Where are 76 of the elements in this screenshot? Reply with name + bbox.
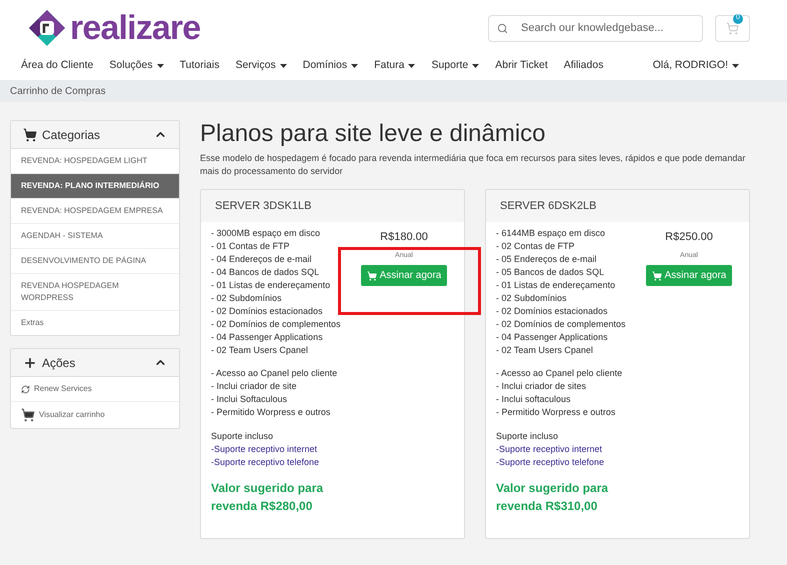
plan-name: SERVER 3DSK1LB bbox=[215, 198, 312, 214]
plan-name: SERVER 6DSK2LB bbox=[500, 198, 596, 214]
feature-text: - 02 Domínios de complementos bbox=[496, 318, 627, 331]
feature-text: - Permitido Worpress e outros bbox=[496, 406, 616, 419]
feature-text: - Inclui criador de sites bbox=[496, 380, 588, 393]
feature-text: - Inclui criador de site bbox=[211, 380, 298, 393]
feature-text: - 02 Team Users Cpanel bbox=[496, 344, 594, 357]
feature-text: - 04 Passenger Applications bbox=[496, 331, 609, 344]
feature-text: - 04 Endereços de e-mail bbox=[211, 253, 313, 266]
cart-icon bbox=[21, 408, 35, 422]
feature-text: - 02 Contas de FTP bbox=[496, 240, 576, 253]
feature-text: - 02 Team Users Cpanel bbox=[211, 344, 309, 357]
refresh-icon bbox=[21, 384, 30, 394]
sidebar-item[interactable]: AGENDAH - SISTEMA bbox=[11, 224, 179, 249]
panel-title: Categorias bbox=[42, 126, 100, 144]
logo-text: realizare bbox=[70, 11, 200, 45]
search-icon bbox=[497, 22, 508, 34]
nav-link[interactable]: Fatura bbox=[374, 58, 416, 74]
feature-text: - 04 Bancos de dados SQL bbox=[211, 266, 320, 279]
feature-text: - Inclui softaculous bbox=[496, 393, 572, 406]
panel-header[interactable]: Ações bbox=[11, 349, 179, 377]
support-title: Suporte incluso bbox=[496, 430, 560, 443]
cart-icon bbox=[366, 270, 377, 280]
feature-text: - 05 Bancos de dados SQL bbox=[496, 266, 606, 279]
plan-price: R$250.00 bbox=[665, 230, 713, 244]
feature-text: - 6144MB espaço em disco bbox=[496, 227, 606, 240]
support-text: -Suporte receptivo telefone bbox=[211, 456, 320, 469]
suggested-price: Valor sugerido para revenda R$280,00 bbox=[211, 480, 324, 515]
nav-link[interactable]: Área do Cliente bbox=[21, 58, 94, 74]
logo-icon bbox=[28, 9, 66, 47]
support-text: -Suporte receptivo telefone bbox=[496, 456, 606, 469]
feature-text: - Permitido Worpress e outros bbox=[211, 406, 332, 419]
sidebar-item[interactable]: Extras bbox=[11, 311, 179, 335]
feature-text: - 01 Listas de endereçamento bbox=[496, 279, 616, 292]
sidebar-item[interactable]: Renew Services bbox=[11, 377, 179, 402]
feature-text: - 02 Domínios estacionados bbox=[496, 305, 609, 318]
plus-icon bbox=[23, 356, 37, 370]
panel-title: Ações bbox=[42, 354, 76, 372]
feature-text: - 05 Endereços de e-mail bbox=[496, 253, 598, 266]
nav-link[interactable]: Tutoriais bbox=[180, 58, 220, 74]
feature-text: - 01 Contas de FTP bbox=[211, 240, 291, 253]
panel-header[interactable]: Categorias bbox=[11, 121, 179, 149]
feature-text: - 02 Domínios estacionados bbox=[211, 305, 324, 318]
cart-icon bbox=[652, 270, 662, 280]
sidebar-item[interactable]: REVENDA HOSPEDAGEM WORDPRESS bbox=[11, 274, 179, 311]
nav-link[interactable]: Serviços bbox=[235, 58, 287, 74]
feature-text: - 01 Listas de endereçamento bbox=[211, 279, 332, 292]
suggested-price: Valor sugerido para revenda R$310,00 bbox=[496, 480, 610, 515]
support-title: Suporte incluso bbox=[211, 430, 274, 443]
feature-text: - 3000MB espaço em disco bbox=[211, 227, 322, 240]
feature-text: - 02 Domínios de complementos bbox=[211, 318, 342, 331]
nav-link[interactable]: Domínios bbox=[302, 58, 358, 74]
page-description: Esse modelo de hospedagem é focado para revenda intermediária que foca em recursos para sites leves, rápidos e que pode demandar mais do processamento do servidor bbox=[200, 152, 746, 178]
support-text: -Suporte receptivo internet bbox=[211, 443, 318, 456]
sidebar-item[interactable]: REVENDA: PLANO INTERMEDIÁRIO bbox=[11, 174, 179, 199]
cart-icon bbox=[726, 22, 739, 34]
sidebar-item[interactable]: Visualizar carrinho bbox=[11, 402, 179, 428]
user-menu[interactable]: Olá, RODRIGO! bbox=[652, 58, 739, 74]
support-text: -Suporte receptivo internet bbox=[496, 443, 604, 456]
sidebar-item[interactable]: REVENDA: HOSPEDAGEM EMPRESA bbox=[11, 199, 179, 224]
feature-text: - Acesso ao Cpanel pelo cliente bbox=[211, 367, 338, 380]
nav-link[interactable]: Afiliados bbox=[564, 58, 604, 74]
nav-link[interactable]: Abrir Ticket bbox=[495, 58, 548, 74]
sidebar-item[interactable]: DESENVOLVIMENTO DE PÁGINA bbox=[11, 249, 179, 274]
search-field[interactable]: Search our knowledgebase... bbox=[488, 14, 703, 42]
feature-text: - 02 Subdomínios bbox=[211, 292, 283, 305]
cart-icon bbox=[23, 128, 37, 142]
feature-text: - Inclui Softaculous bbox=[211, 393, 288, 406]
feature-text: - 04 Passenger Applications bbox=[211, 331, 324, 344]
plan-price: R$180.00 bbox=[380, 230, 428, 244]
feature-text: - Acesso ao Cpanel pelo cliente bbox=[496, 367, 624, 380]
nav-link[interactable]: Soluções bbox=[109, 58, 164, 74]
page-title: Planos para site leve e dinâmico bbox=[200, 119, 547, 149]
feature-text: - 02 Subdomínios bbox=[496, 292, 568, 305]
nav-link[interactable]: Suporte bbox=[431, 58, 480, 74]
breadcrumb[interactable]: Carrinho de Compras bbox=[10, 84, 106, 98]
